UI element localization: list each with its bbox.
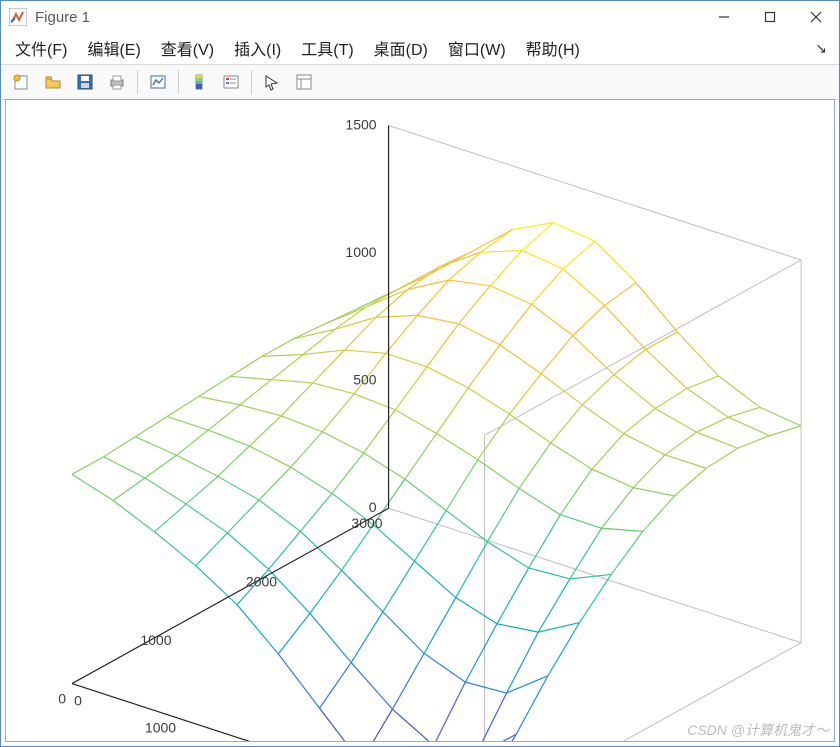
- toolbar-separator: [137, 70, 138, 94]
- matlab-icon: [9, 8, 27, 26]
- toolbar-separator: [178, 70, 179, 94]
- menu-view[interactable]: 查看(V): [153, 34, 222, 62]
- menubar: 文件(F) 编辑(E) 查看(V) 插入(I) 工具(T) 桌面(D) 窗口(W…: [1, 33, 839, 64]
- toolbar-overflow-icon[interactable]: ↘: [815, 40, 833, 57]
- open-property-inspector-button[interactable]: [290, 68, 318, 96]
- open-button[interactable]: [39, 68, 67, 96]
- maximize-button[interactable]: [747, 1, 793, 33]
- svg-text:2000: 2000: [246, 574, 277, 590]
- svg-text:0: 0: [58, 691, 66, 707]
- svg-text:1500: 1500: [345, 116, 376, 132]
- svg-text:1000: 1000: [345, 244, 376, 260]
- titlebar: Figure 1: [1, 1, 839, 33]
- save-button[interactable]: [71, 68, 99, 96]
- close-button[interactable]: [793, 1, 839, 33]
- svg-text:0: 0: [74, 693, 82, 709]
- insert-colorbar-button[interactable]: [185, 68, 213, 96]
- menu-edit[interactable]: 编辑(E): [79, 34, 148, 62]
- menu-help[interactable]: 帮助(H): [518, 34, 588, 62]
- link-axes-button[interactable]: [144, 68, 172, 96]
- svg-text:3000: 3000: [351, 515, 382, 531]
- toolbar: [1, 64, 839, 100]
- svg-text:1000: 1000: [140, 632, 171, 648]
- figure-window: Figure 1 文件(F) 编辑(E) 查看(V) 插入(I) 工具(T) 桌…: [0, 0, 840, 747]
- menu-window[interactable]: 窗口(W): [440, 34, 514, 62]
- insert-legend-button[interactable]: [217, 68, 245, 96]
- window-title: Figure 1: [35, 9, 90, 26]
- menu-insert[interactable]: 插入(I): [226, 34, 289, 62]
- edit-plot-button[interactable]: [258, 68, 286, 96]
- menu-desktop[interactable]: 桌面(D): [366, 34, 436, 62]
- print-button[interactable]: [103, 68, 131, 96]
- svg-text:500: 500: [353, 372, 377, 388]
- new-figure-button[interactable]: [7, 68, 35, 96]
- toolbar-separator: [251, 70, 252, 94]
- svg-text:1000: 1000: [145, 719, 176, 735]
- minimize-button[interactable]: [701, 1, 747, 33]
- axes-3d[interactable]: 0100020003000400050000100020003000050010…: [5, 99, 835, 742]
- menu-tools[interactable]: 工具(T): [293, 34, 361, 62]
- svg-text:0: 0: [369, 499, 377, 515]
- menu-file[interactable]: 文件(F): [7, 34, 75, 62]
